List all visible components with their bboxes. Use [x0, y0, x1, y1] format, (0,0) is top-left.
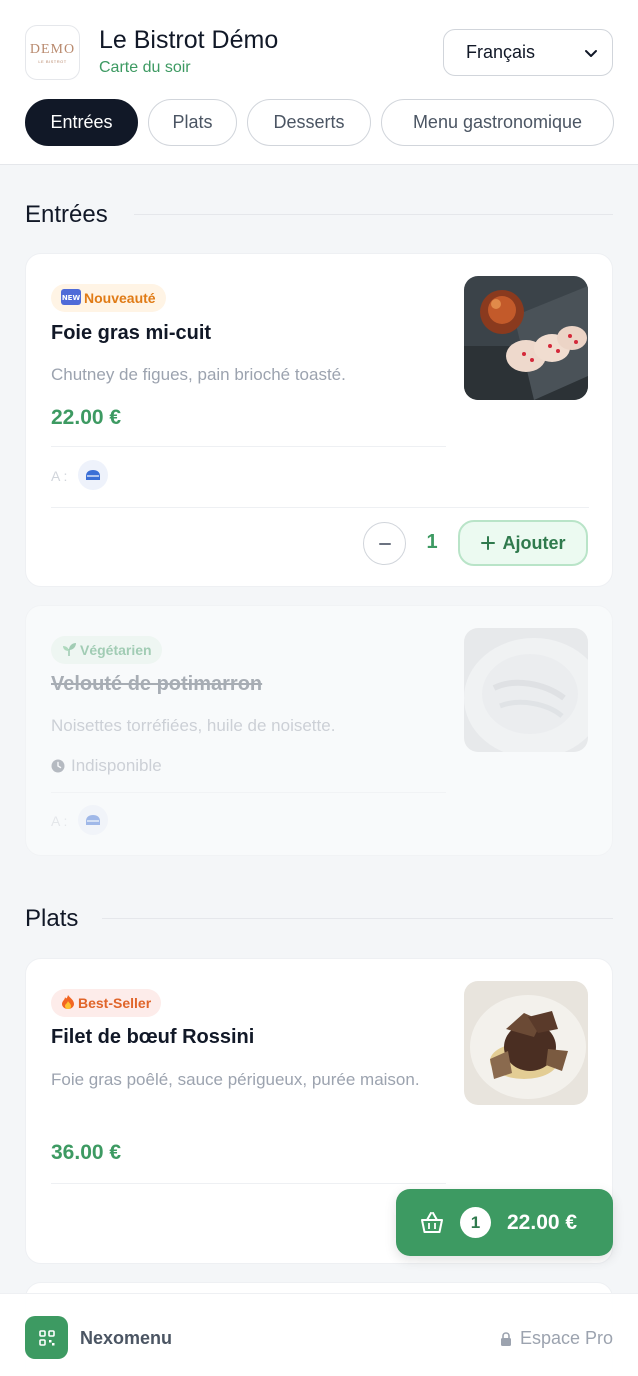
unavailable-status: Indisponible: [51, 756, 162, 776]
menu-item-card[interactable]: NEW Nouveauté Foie gras mi-cuit Chutney …: [25, 253, 613, 587]
menu-subtitle: Carte du soir: [99, 59, 191, 76]
footer-brand[interactable]: Nexomenu: [80, 1328, 172, 1349]
cart-total: 22.00 €: [507, 1210, 578, 1234]
plus-icon: [480, 536, 495, 550]
pro-space-label: Espace Pro: [519, 1328, 613, 1348]
best-seller-badge: Best-Seller: [51, 989, 162, 1017]
tab-plats[interactable]: Plats: [148, 99, 237, 146]
dish-photo: [464, 628, 588, 752]
badge-label: Végétarien: [80, 642, 152, 658]
logo-text: DEMO: [29, 41, 76, 57]
dish-price: 22.00 €: [51, 406, 122, 429]
svg-text:NEW: NEW: [62, 294, 81, 302]
language-value: Français: [466, 42, 536, 62]
allergen-icon: [78, 805, 108, 835]
language-select[interactable]: Français: [443, 29, 613, 76]
section-divider: [102, 918, 613, 919]
qr-code-icon: [38, 1329, 55, 1346]
tab-menu-gastronomique[interactable]: Menu gastronomique: [381, 99, 614, 146]
dish-description: Chutney de figues, pain brioché toasté.: [51, 365, 346, 384]
cart-button[interactable]: 1 22.00 €: [396, 1189, 613, 1256]
dish-photo: [464, 276, 588, 400]
allergens-label: A :: [51, 813, 68, 829]
sprout-icon: [61, 641, 77, 660]
allergen-icon[interactable]: [78, 460, 108, 490]
dish-description: Foie gras poêlé, sauce périgueux, purée …: [51, 1070, 420, 1089]
dish-description: Noisettes torréfiées, huile de noisette.: [51, 716, 336, 735]
minus-icon: [378, 542, 391, 545]
badge-label: Nouveauté: [84, 290, 156, 306]
section-title-plats: Plats: [25, 905, 79, 932]
category-tabs: Entrées Plats Desserts Menu gastronomiqu…: [25, 99, 614, 146]
dish-photo: [464, 981, 588, 1105]
status-label: Indisponible: [71, 756, 162, 775]
lock-icon: [500, 1331, 511, 1346]
section-title-entrees: Entrées: [25, 201, 108, 228]
footer: Nexomenu Espace Pro: [0, 1293, 638, 1376]
restaurant-name: Le Bistrot Démo: [99, 26, 279, 54]
pro-space-link[interactable]: Espace Pro: [500, 1328, 613, 1349]
section-divider: [134, 214, 613, 215]
vegetarian-badge: Végétarien: [51, 636, 162, 664]
basket-icon: [421, 1211, 443, 1233]
nexomenu-logo: [25, 1316, 68, 1359]
restaurant-logo: DEMO LE BISTROT: [25, 25, 80, 80]
logo-subtext: LE BISTROT: [38, 58, 67, 64]
add-button-label: Ajouter: [502, 532, 566, 553]
clock-icon: [51, 759, 65, 773]
dish-price: 36.00 €: [51, 1141, 122, 1164]
new-icon: NEW: [61, 288, 81, 308]
card-divider: [51, 446, 446, 447]
dish-name: Filet de bœuf Rossini: [51, 1026, 255, 1048]
new-badge: NEW Nouveauté: [51, 284, 166, 312]
add-to-cart-button[interactable]: Ajouter: [458, 520, 588, 566]
decrease-quantity-button[interactable]: [363, 522, 406, 565]
quantity-value: 1: [426, 531, 438, 553]
cart-count-badge: 1: [460, 1207, 491, 1238]
header: DEMO LE BISTROT Le Bistrot Démo Carte du…: [0, 0, 638, 165]
tab-desserts[interactable]: Desserts: [247, 99, 371, 146]
tab-entrees[interactable]: Entrées: [25, 99, 138, 146]
dish-name: Foie gras mi-cuit: [51, 322, 212, 344]
chevron-down-icon: [585, 50, 597, 57]
menu-item-card-unavailable: Végétarien Velouté de potimarron Noisett…: [25, 605, 613, 856]
badge-label: Best-Seller: [78, 995, 152, 1011]
allergens-label: A :: [51, 468, 68, 484]
dish-name: Velouté de potimarron: [51, 673, 263, 695]
card-divider: [51, 792, 446, 793]
fire-icon: [61, 994, 75, 1013]
card-divider: [51, 1183, 446, 1184]
card-divider: [51, 507, 589, 508]
